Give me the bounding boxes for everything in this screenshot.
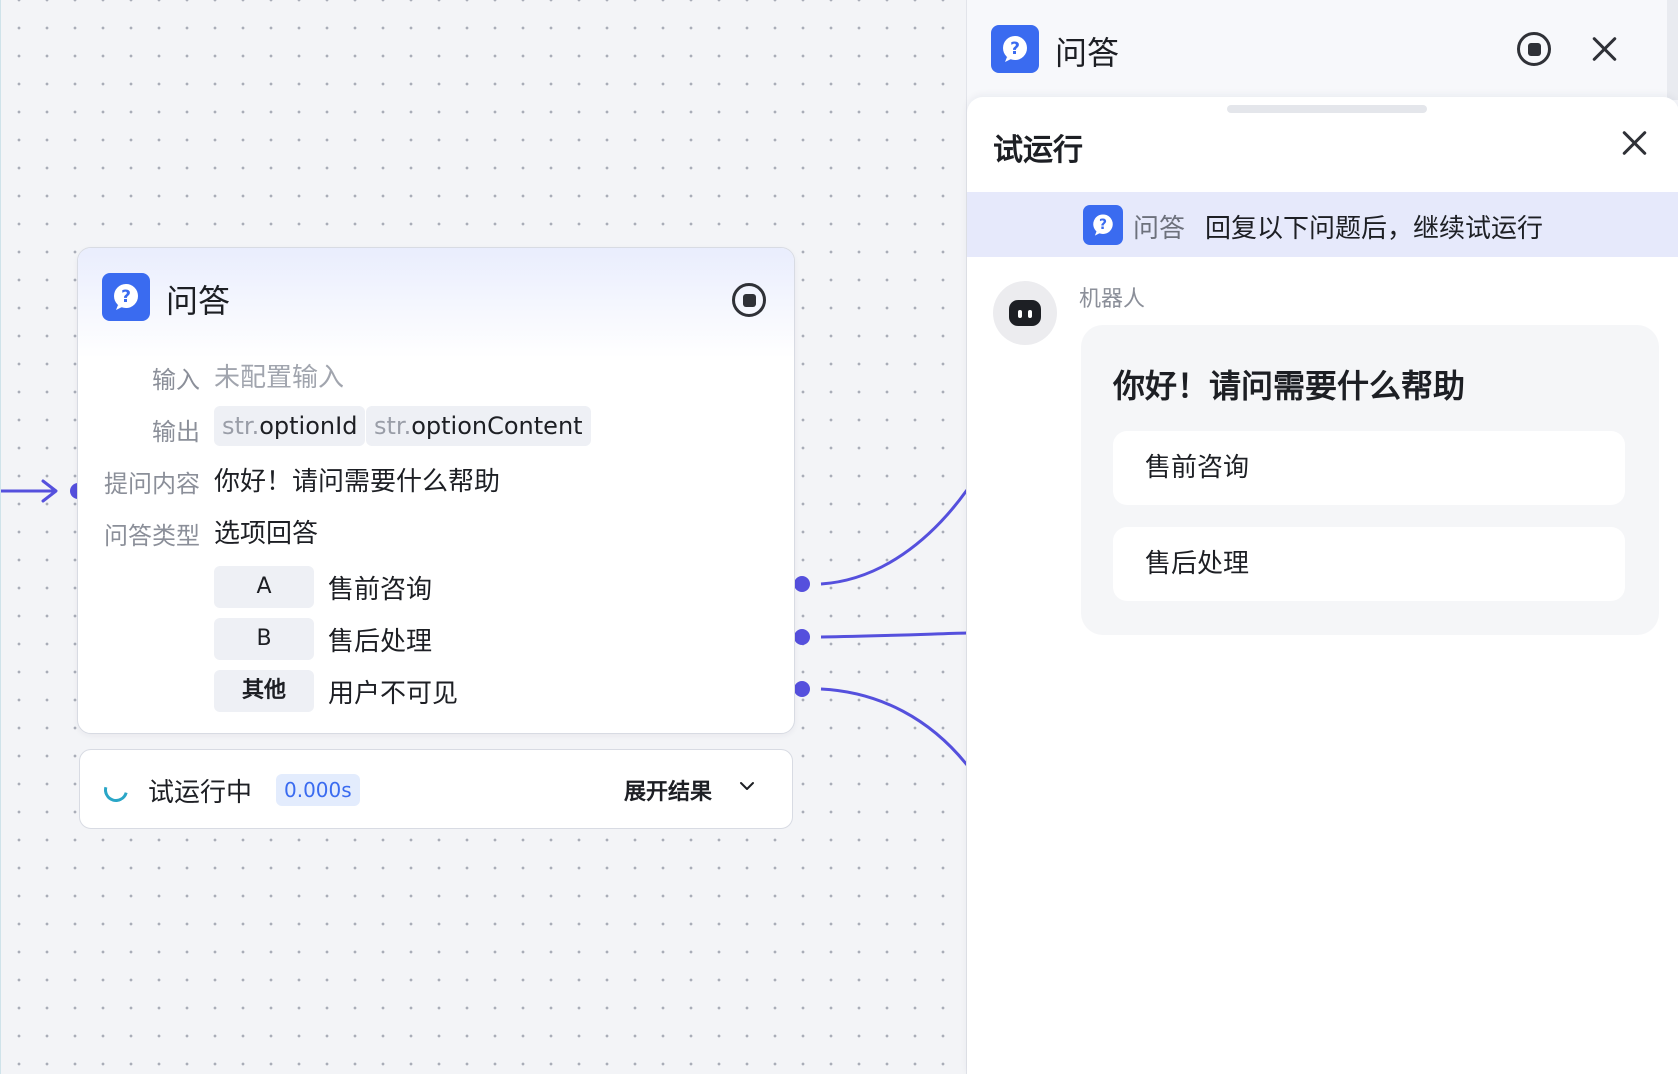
- message-text: 你好！请问需要什么帮助: [1113, 367, 1466, 405]
- stop-icon[interactable]: [732, 283, 766, 317]
- wire-option-other: [820, 687, 967, 766]
- scrollbar[interactable]: [1667, 0, 1678, 100]
- output-chip-option-content: str.optionContent: [366, 406, 591, 446]
- qa-node-card[interactable]: ? 问答 输入 未配置输入 输出 str.optionId str.option…: [77, 247, 795, 734]
- close-icon[interactable]: [1619, 127, 1651, 159]
- question-label: 提问内容: [104, 470, 200, 498]
- reply-option-presales[interactable]: 售前咨询: [1113, 431, 1625, 505]
- stop-icon[interactable]: [1517, 32, 1551, 66]
- workflow-canvas[interactable]: ? 问答 输入 未配置输入 输出 str.optionId str.option…: [0, 0, 967, 1074]
- option-key-other: 其他: [214, 670, 314, 712]
- answer-type-value: 选项回答: [214, 519, 319, 549]
- node-title: 问答: [166, 282, 231, 320]
- option-key-a: A: [214, 566, 314, 608]
- option-text-b: 售后处理: [328, 627, 433, 657]
- output-port-a: [794, 576, 810, 592]
- output-port-other: [794, 681, 810, 697]
- input-value: 未配置输入: [214, 363, 345, 393]
- svg-text:?: ?: [1099, 217, 1107, 233]
- run-status-label: 试运行中: [148, 778, 253, 808]
- answer-type-label: 问答类型: [104, 522, 200, 550]
- svg-text:?: ?: [1010, 39, 1020, 59]
- spinner-icon: [99, 773, 133, 807]
- continue-banner: ? 问答 回复以下问题后，继续试运行: [967, 192, 1678, 257]
- option-text-a: 售前咨询: [328, 575, 433, 605]
- run-status-bar: 试运行中 0.000s 展开结果: [79, 749, 793, 829]
- chevron-down-icon[interactable]: [738, 777, 756, 800]
- question-value: 你好！请问需要什么帮助: [214, 467, 501, 497]
- question-icon: ?: [102, 273, 150, 321]
- output-port-b: [794, 629, 810, 645]
- option-text-other: 用户不可见: [328, 679, 459, 709]
- banner-node-name: 问答: [1133, 214, 1186, 244]
- wire-option-b: [820, 631, 967, 639]
- avatar: [993, 281, 1057, 345]
- message-bubble: 你好！请问需要什么帮助 售前咨询 售后处理: [1081, 325, 1659, 635]
- test-run-sheet: 试运行 ? 问答 回复以下问题后，继续试运行 机器人 你好！请问需要什么帮助 售…: [967, 97, 1678, 1074]
- run-time-badge: 0.000s: [276, 774, 360, 806]
- sheet-title: 试运行: [993, 133, 1083, 168]
- wire-option-a: [820, 489, 967, 586]
- panel-header: ? 问答: [967, 0, 1678, 100]
- option-key-b: B: [214, 618, 314, 660]
- drag-handle[interactable]: [1227, 105, 1427, 113]
- output-chip-option-id: str.optionId: [214, 406, 366, 446]
- close-icon[interactable]: [1589, 33, 1621, 65]
- question-icon: ?: [1083, 205, 1123, 245]
- reply-option-aftersales[interactable]: 售后处理: [1113, 527, 1625, 601]
- panel-title: 问答: [1055, 34, 1120, 72]
- expand-results-button[interactable]: 展开结果: [624, 774, 712, 806]
- banner-text: 回复以下问题后，继续试运行: [1205, 214, 1544, 244]
- node-detail-panel: ? 问答 试运行 ? 问答 回复以下问题后，继续试运行 机器人 你好！请问需要什…: [966, 0, 1678, 1074]
- svg-text:?: ?: [121, 287, 131, 307]
- input-label: 输入: [152, 366, 200, 394]
- robot-icon: [1009, 300, 1041, 326]
- question-icon: ?: [991, 25, 1039, 73]
- bot-name: 机器人: [1079, 287, 1146, 312]
- output-label: 输出: [152, 418, 200, 446]
